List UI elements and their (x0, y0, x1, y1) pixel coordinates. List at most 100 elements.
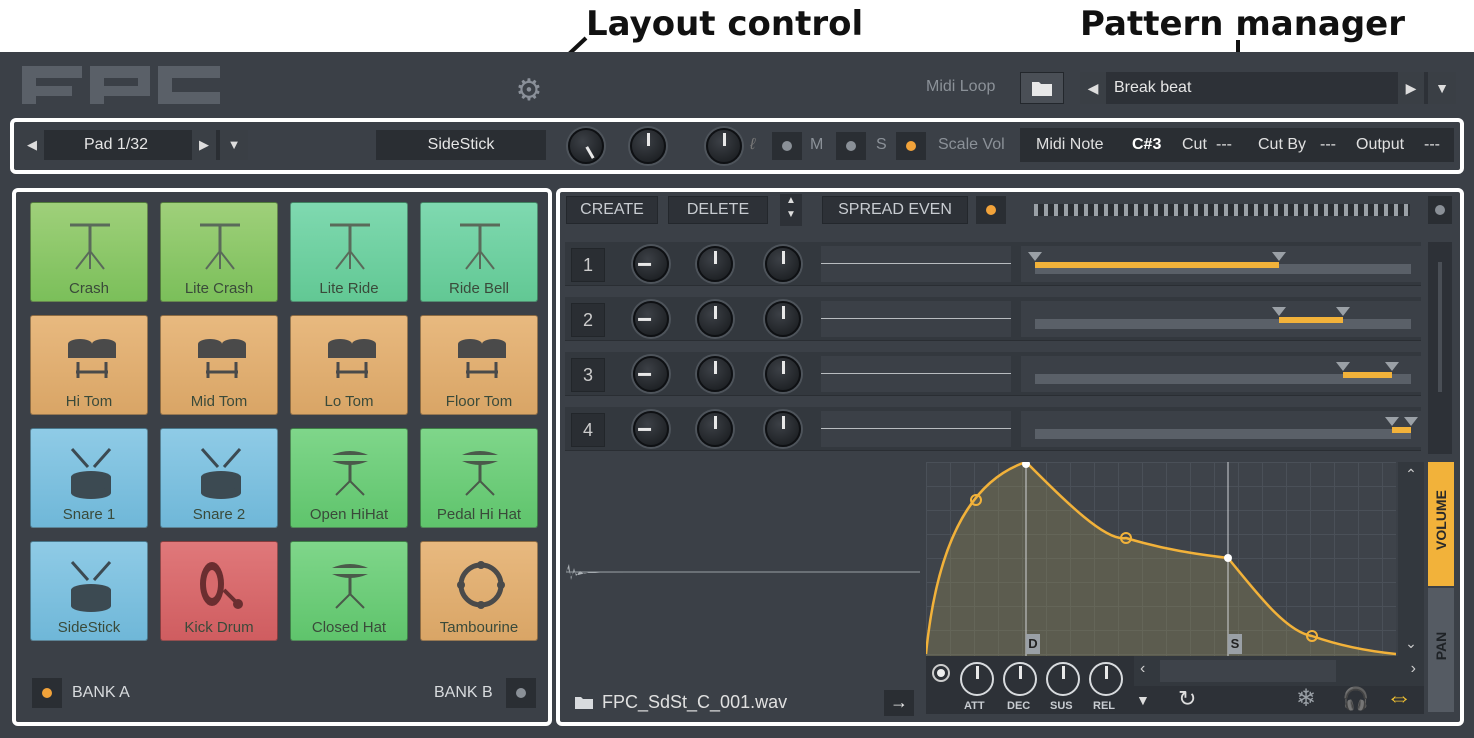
range-end-handle[interactable] (1404, 417, 1418, 426)
sample-file-name[interactable]: FPC_SdSt_C_001.wav (602, 692, 787, 713)
folder-icon (1032, 82, 1052, 96)
pad-10[interactable]: Snare 2 (160, 428, 278, 528)
layer-pitch-knob[interactable] (765, 356, 801, 392)
pad-pitch-knob[interactable] (706, 128, 742, 164)
layers-scrollbar[interactable] (1428, 242, 1452, 454)
envelope-hscroll[interactable]: ‹ › (1134, 656, 1424, 686)
pattern-next-button[interactable]: ▶ (1398, 72, 1424, 104)
pad-4[interactable]: Ride Bell (420, 202, 538, 302)
ruler-toggle[interactable] (1428, 196, 1452, 224)
layer-order-arrows[interactable]: ▲ ▼ (780, 194, 802, 226)
pattern-name[interactable]: Break beat (1114, 79, 1191, 97)
layer-waveform (821, 301, 1011, 337)
adsr-knob-rel[interactable] (1089, 662, 1123, 696)
sample-name-display[interactable]: SideStick (376, 130, 546, 160)
pad-11[interactable]: Open HiHat (290, 428, 408, 528)
midi-note-value[interactable]: C#3 (1132, 136, 1161, 154)
midi-loop-folder-button[interactable] (1020, 72, 1064, 104)
layer-row: 4 (565, 407, 1421, 451)
decay-marker[interactable]: D (1026, 634, 1040, 654)
pad-prev-button[interactable]: ◀ (20, 130, 44, 160)
cut-by-value[interactable]: --- (1320, 136, 1336, 154)
pad-5[interactable]: Hi Tom (30, 315, 148, 415)
range-start-handle[interactable] (1028, 252, 1042, 261)
pad-next-button[interactable]: ▶ (192, 130, 216, 160)
adsr-knob-dec[interactable] (1003, 662, 1037, 696)
layer-volume-knob[interactable] (633, 356, 669, 392)
layer-number[interactable]: 3 (571, 358, 605, 392)
bank-b-button[interactable] (506, 678, 536, 708)
pattern-prev-button[interactable]: ◀ (1080, 72, 1106, 104)
range-end-handle[interactable] (1272, 252, 1287, 261)
range-end-handle[interactable] (1385, 362, 1400, 371)
pad-2[interactable]: Lite Crash (160, 202, 278, 302)
layer-volume-knob[interactable] (633, 246, 669, 282)
layout-gear-icon[interactable]: ⚙ (512, 74, 546, 108)
range-start-handle[interactable] (1336, 362, 1351, 371)
delete-button[interactable]: DELETE (668, 196, 768, 224)
pad-label: Lo Tom (324, 393, 374, 410)
midi-note-label: Midi Note (1036, 136, 1104, 153)
spread-even-toggle[interactable] (976, 196, 1006, 224)
pad-9[interactable]: Snare 1 (30, 428, 148, 528)
pad-label: Snare 2 (192, 506, 246, 523)
pad-3[interactable]: Lite Ride (290, 202, 408, 302)
pad-8[interactable]: Floor Tom (420, 315, 538, 415)
headphones-icon[interactable]: 🎧 (1342, 686, 1369, 712)
tab-volume[interactable]: VOLUME (1428, 462, 1454, 586)
envelope-reset-icon[interactable]: ↻ (1178, 686, 1196, 712)
envelope-menu-icon[interactable]: ▼ (1136, 692, 1150, 708)
pad-14[interactable]: Kick Drum (160, 541, 278, 641)
pad-volume-knob[interactable] (568, 128, 604, 164)
layer-pitch-knob[interactable] (765, 301, 801, 337)
range-start-handle[interactable] (1385, 417, 1400, 426)
layer-number[interactable]: 2 (571, 303, 605, 337)
pad-menu-button[interactable]: ▼ (220, 130, 248, 160)
layer-pitch-knob[interactable] (765, 246, 801, 282)
spread-even-button[interactable]: SPREAD EVEN (822, 196, 968, 224)
mute-button[interactable] (772, 132, 802, 160)
layer-volume-knob[interactable] (633, 411, 669, 447)
pad-16[interactable]: Tambourine (420, 541, 538, 641)
solo-button[interactable] (836, 132, 866, 160)
layer-volume-knob[interactable] (633, 301, 669, 337)
layer-pan-knob[interactable] (697, 411, 733, 447)
create-button[interactable]: CREATE (566, 196, 658, 224)
layer-pan-knob[interactable] (697, 246, 733, 282)
sample-export-button[interactable]: → (884, 690, 914, 716)
layer-pan-knob[interactable] (697, 356, 733, 392)
pad-15[interactable]: Closed Hat (290, 541, 408, 641)
envelope-enable-radio[interactable] (932, 664, 950, 682)
stretch-icon[interactable]: ⇔ (1386, 682, 1412, 713)
pattern-menu-button[interactable]: ▼ (1428, 72, 1456, 104)
pad-13[interactable]: SideStick (30, 541, 148, 641)
layer-number[interactable]: 4 (571, 413, 605, 447)
adsr-label: SUS (1050, 700, 1073, 712)
sustain-marker[interactable]: S (1228, 634, 1242, 654)
layer-number[interactable]: 1 (571, 248, 605, 282)
adsr-knob-sus[interactable] (1046, 662, 1080, 696)
bank-a-button[interactable] (32, 678, 62, 708)
output-value[interactable]: --- (1424, 136, 1440, 154)
pad-label: Mid Tom (190, 393, 248, 410)
output-label: Output (1356, 136, 1405, 153)
scale-vol-label: Scale Vol (938, 136, 1005, 153)
envelope-vscroll[interactable]: ⌃ ⌄ (1398, 462, 1424, 656)
pad-7[interactable]: Lo Tom (290, 315, 408, 415)
adsr-knob-att[interactable] (960, 662, 994, 696)
range-end-handle[interactable] (1336, 307, 1351, 316)
pad-6[interactable]: Mid Tom (160, 315, 278, 415)
pad-1[interactable]: Crash (30, 202, 148, 302)
pad-pan-knob[interactable] (630, 128, 666, 164)
layer-pan-knob[interactable] (697, 301, 733, 337)
freeze-icon[interactable]: ❄ (1296, 684, 1316, 713)
tab-pan[interactable]: PAN (1428, 588, 1454, 712)
pad-label: SideStick (57, 619, 121, 636)
pad-12[interactable]: Pedal Hi Hat (420, 428, 538, 528)
range-start-handle[interactable] (1272, 307, 1287, 316)
envelope-editor[interactable]: D S (926, 462, 1396, 656)
pad-label: Tambourine (439, 619, 519, 636)
scale-vol-button[interactable] (896, 132, 926, 160)
layer-pitch-knob[interactable] (765, 411, 801, 447)
cut-value[interactable]: --- (1216, 136, 1232, 154)
